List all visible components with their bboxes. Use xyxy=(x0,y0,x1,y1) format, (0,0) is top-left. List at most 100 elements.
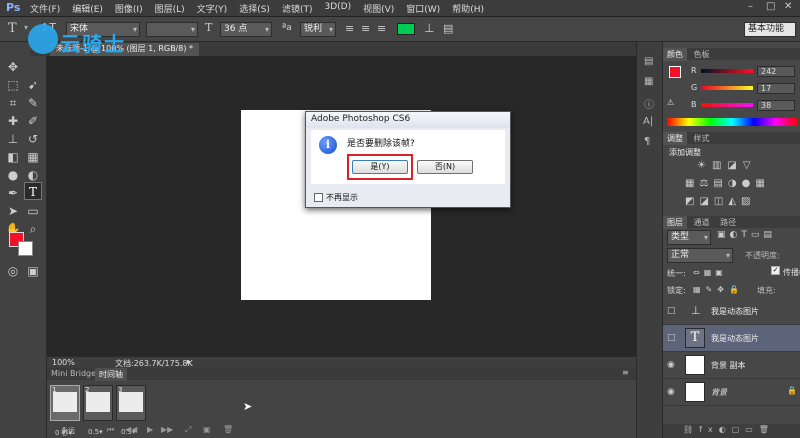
unify-icons[interactable]: ⇔▦▣ xyxy=(693,268,727,277)
tab-color[interactable]: 颜色 xyxy=(663,48,687,61)
tab-paths[interactable]: 路径 xyxy=(716,216,740,229)
menu-help[interactable]: 帮助(H) xyxy=(452,2,484,15)
b-value[interactable]: 38 xyxy=(757,100,795,111)
background-color-swatch[interactable] xyxy=(18,241,33,256)
character-panel-icon[interactable]: ▤ xyxy=(443,22,453,35)
paragraph-icon[interactable]: ¶ xyxy=(644,136,650,147)
next-frame-icon[interactable]: ▶▶ xyxy=(161,425,173,434)
visibility-toggle[interactable]: □ xyxy=(667,306,677,316)
prev-frame-icon[interactable]: ◀◀ xyxy=(125,425,137,434)
r-slider[interactable] xyxy=(701,69,753,73)
screen-mode-icon[interactable]: ▣ xyxy=(24,262,42,280)
close-icon[interactable]: ✕ xyxy=(784,1,792,12)
align-left-icon[interactable]: ≡ xyxy=(345,22,354,35)
propagate-checkbox[interactable]: ✓ xyxy=(771,266,780,275)
minimize-icon[interactable]: – xyxy=(748,1,753,12)
layer-row-3[interactable]: ◉ 背景 副本 xyxy=(663,352,800,379)
menu-3d[interactable]: 3D(D) xyxy=(324,2,351,15)
layer-kind-filter[interactable]: 类型 ▾ xyxy=(667,230,711,245)
stamp-tool-icon[interactable]: ⊥ xyxy=(4,130,22,148)
menu-type[interactable]: 文字(Y) xyxy=(197,2,228,15)
loop-select[interactable]: 永远 xyxy=(61,426,75,436)
character-icon[interactable]: A| xyxy=(643,116,653,127)
menu-file[interactable]: 文件(F) xyxy=(30,2,60,15)
tool-preset-arrow-icon[interactable]: ▾ xyxy=(24,23,28,32)
tween-icon[interactable]: ⤢ xyxy=(185,425,191,435)
animation-frame-2[interactable]: 2 0.5▾ xyxy=(83,385,113,436)
dont-show-checkbox[interactable] xyxy=(314,193,323,202)
font-size-select[interactable]: 36 点 ▾ xyxy=(220,22,272,37)
color-spectrum-bar[interactable] xyxy=(667,118,797,126)
layer-name[interactable]: 背景 副本 xyxy=(711,360,746,371)
blur-tool-icon[interactable]: ● xyxy=(4,166,22,184)
layer-name[interactable]: 背景 xyxy=(711,387,727,398)
tab-swatches[interactable]: 色板 xyxy=(690,48,714,61)
duplicate-frame-icon[interactable]: ▣ xyxy=(203,425,211,434)
move-tool-icon[interactable]: ✥ xyxy=(4,58,22,76)
adjustment-icons-row-2[interactable]: ▦⚖▤◑●▦ xyxy=(685,178,770,189)
marquee-tool-icon[interactable]: ⬚ xyxy=(4,76,22,94)
text-color-swatch[interactable] xyxy=(397,23,415,35)
maximize-icon[interactable]: □ xyxy=(766,1,775,12)
adjustment-icons-row-3[interactable]: ◩◪◫◭▨ xyxy=(685,196,755,207)
status-menu-arrow-icon[interactable]: ▸ xyxy=(187,357,191,366)
path-select-icon[interactable]: ➤ xyxy=(4,202,22,220)
tab-channels[interactable]: 通道 xyxy=(690,216,714,229)
menu-select[interactable]: 选择(S) xyxy=(239,2,270,15)
gradient-tool-icon[interactable]: ▦ xyxy=(24,148,42,166)
menu-edit[interactable]: 编辑(E) xyxy=(72,2,103,15)
adjustment-icons-row-1[interactable]: ☀▥◪▽ xyxy=(697,160,757,171)
align-right-icon[interactable]: ≡ xyxy=(377,22,386,35)
r-value[interactable]: 242 xyxy=(757,66,795,77)
warp-text-icon[interactable]: ⊥ xyxy=(424,21,434,35)
properties-icon[interactable]: ▦ xyxy=(644,76,653,87)
no-button[interactable]: 否(N) xyxy=(417,160,473,174)
history-icon[interactable]: ▤ xyxy=(644,56,653,67)
tab-timeline[interactable]: 时间轴 xyxy=(95,368,127,381)
brush-tool-icon[interactable]: ✐ xyxy=(24,112,42,130)
eyedropper-tool-icon[interactable]: ✎ xyxy=(24,94,42,112)
layer-name[interactable]: 我是动态图片 xyxy=(711,306,759,317)
crop-tool-icon[interactable]: ⌗ xyxy=(4,94,22,112)
workspace-select[interactable]: 基本功能 xyxy=(744,22,796,37)
menu-view[interactable]: 视图(V) xyxy=(363,2,394,15)
pen-tool-icon[interactable]: ✒ xyxy=(4,184,22,202)
eye-icon[interactable]: ◉ xyxy=(667,360,677,370)
layer-action-icons[interactable]: ⛓fx◐▢▭🗑 xyxy=(683,425,775,434)
animation-frame-3[interactable]: 3 0.5▾ xyxy=(116,385,146,436)
layer-row-1[interactable]: □ ⊥ 我是动态图片 xyxy=(663,298,800,325)
quick-mask-icon[interactable]: ◎ xyxy=(4,262,22,280)
tab-layers[interactable]: 图层 xyxy=(663,216,687,229)
type-tool-icon[interactable]: T xyxy=(24,182,42,200)
play-icon[interactable]: ▶ xyxy=(147,425,153,434)
animation-frame-1[interactable]: 1 0 秒▾ xyxy=(50,385,80,437)
layer-name[interactable]: 我是动态图片 xyxy=(711,333,759,344)
visibility-toggle[interactable]: □ xyxy=(667,333,677,343)
panel-menu-icon[interactable]: ≡ xyxy=(622,368,629,377)
antialias-select[interactable]: 锐利 ▾ xyxy=(300,22,336,37)
zoom-level[interactable]: 100% xyxy=(52,358,75,367)
healing-tool-icon[interactable]: ✚ xyxy=(4,112,22,130)
font-style-select[interactable]: ▾ xyxy=(146,22,198,37)
layer-row-4[interactable]: ◉ 背景 🔒 xyxy=(663,379,800,406)
g-slider[interactable] xyxy=(701,86,753,90)
g-value[interactable]: 17 xyxy=(757,83,795,94)
lock-icons[interactable]: ▦✎✥🔒 xyxy=(693,285,744,294)
type-tool-icon[interactable]: T xyxy=(8,21,17,36)
delete-frame-icon[interactable]: 🗑 xyxy=(223,425,233,434)
menu-image[interactable]: 图像(I) xyxy=(115,2,143,15)
layer-row-2[interactable]: □ T 我是动态图片 xyxy=(663,325,800,352)
menu-layer[interactable]: 图层(L) xyxy=(155,2,185,15)
filter-icons[interactable]: ▣◐T▭▤ xyxy=(717,230,776,240)
b-slider[interactable] xyxy=(701,103,753,107)
lasso-tool-icon[interactable]: ➹ xyxy=(24,76,42,94)
yes-button[interactable]: 是(Y) xyxy=(352,160,408,174)
eye-icon[interactable]: ◉ xyxy=(667,387,677,397)
eraser-tool-icon[interactable]: ◧ xyxy=(4,148,22,166)
tab-adjustments[interactable]: 调整 xyxy=(663,132,687,145)
align-center-icon[interactable]: ≡ xyxy=(361,22,370,35)
blend-mode-select[interactable]: 正常 ▾ xyxy=(667,248,733,263)
zoom-tool-icon[interactable]: ⌕ xyxy=(24,220,42,238)
shape-tool-icon[interactable]: ▭ xyxy=(24,202,42,220)
menu-filter[interactable]: 滤镜(T) xyxy=(282,2,313,15)
